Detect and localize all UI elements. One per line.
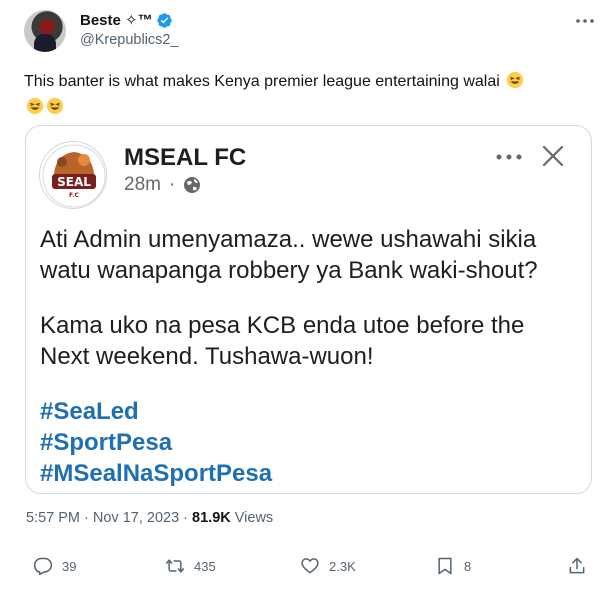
author-handle[interactable]: @Krepublics2_ <box>80 32 179 48</box>
verified-badge-icon <box>156 12 172 28</box>
hashtag-seal-ed: #SeaLed <box>40 398 139 425</box>
reply-icon <box>33 557 53 576</box>
author-avatar[interactable] <box>24 10 66 52</box>
retweet-icon <box>165 559 185 573</box>
logo-text: SEAL <box>57 175 91 189</box>
bookmark-icon <box>438 557 452 575</box>
globe-icon <box>184 177 201 193</box>
laughing-emoji-icon <box>507 71 524 89</box>
like-button[interactable]: 2.3K <box>300 556 356 576</box>
share-button[interactable] <box>567 556 587 576</box>
post-body: Ati Admin umenyamaza.. wewe ushawahi sik… <box>40 224 580 489</box>
reply-button[interactable]: 39 <box>33 556 76 576</box>
views-count: 81.9K <box>192 510 231 526</box>
close-icon <box>542 145 564 167</box>
author-name-row: Beste ✧™ <box>80 11 173 29</box>
page-name: MSEAL FC <box>124 144 247 171</box>
mseal-logo: SEAL F.C <box>39 141 107 209</box>
share-icon <box>569 557 585 574</box>
heart-icon <box>301 558 319 574</box>
logo-sub: F.C <box>69 192 79 199</box>
hashtag-msealnasportpesa: #MSealNaSportPesa <box>40 460 273 487</box>
bookmark-count: 8 <box>464 558 472 574</box>
laughing-emoji-icon <box>46 97 64 115</box>
tweet-text-body: This banter is what makes Kenya premier … <box>24 73 500 90</box>
tweet-timestamp[interactable]: 5:57 PM · Nov 17, 2023 · 81.9K Views <box>26 510 273 526</box>
embedded-post-image[interactable]: SEAL F.C MSEAL FC 28m · Ati Admin umenya… <box>25 125 592 494</box>
views-label: Views <box>230 510 274 526</box>
post-age: 28m <box>124 174 161 195</box>
reply-count: 39 <box>62 558 77 574</box>
more-options-icon[interactable] <box>574 10 596 32</box>
hashtag-list: #SeaLed #SportPesa #MSealNaSportPesa <box>40 396 580 489</box>
author-display-name[interactable]: Beste ✧™ <box>80 11 153 29</box>
bookmark-button[interactable]: 8 <box>435 556 471 576</box>
like-count: 2.3K <box>329 558 356 574</box>
tweet-container: Beste ✧™ @Krepublics2_ This banter is wh… <box>0 0 611 590</box>
action-bar: 39 435 2.3K 8 <box>0 556 611 586</box>
post-meta: 28m · <box>124 174 201 196</box>
tweet-text: This banter is what makes Kenya premier … <box>24 69 584 121</box>
retweet-button[interactable]: 435 <box>165 556 216 576</box>
post-paragraph: Kama uko na pesa KCB enda utoe before th… <box>40 312 525 370</box>
laughing-emoji-icon <box>26 97 44 115</box>
post-options-icon <box>496 154 522 160</box>
post-paragraph: Ati Admin umenyamaza.. wewe ushawahi sik… <box>40 226 538 284</box>
hashtag-sportpesa: #SportPesa <box>40 429 173 456</box>
meta-separator: · <box>168 174 176 195</box>
retweet-count: 435 <box>194 558 216 574</box>
timestamp-text[interactable]: 5:57 PM · Nov 17, 2023 · <box>26 510 192 526</box>
